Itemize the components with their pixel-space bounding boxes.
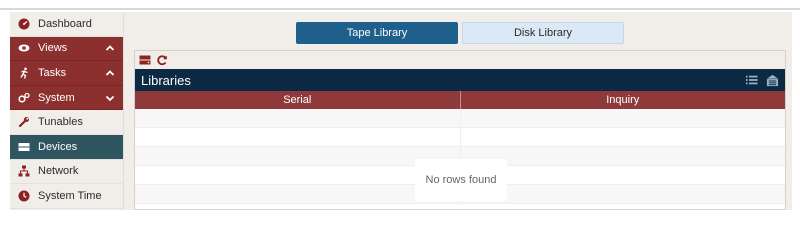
- window-top-border: [0, 8, 800, 10]
- sidebar-item-label: Views: [38, 42, 68, 55]
- add-device-icon[interactable]: [138, 54, 151, 67]
- running-icon: [16, 65, 32, 81]
- table-body: No rows found: [135, 109, 785, 204]
- network-icon: [16, 163, 32, 179]
- sidebar-item-label: Tunables: [38, 116, 83, 129]
- sidebar-item-system[interactable]: System: [10, 85, 123, 111]
- wrench-icon: [16, 114, 32, 130]
- empty-table-message: No rows found: [415, 159, 507, 201]
- panel-header: Libraries: [135, 69, 785, 91]
- sidebar-item-views[interactable]: Views: [10, 36, 123, 62]
- clock-icon: [16, 188, 32, 204]
- libraries-panel: Libraries Serial Inquiry No rows found: [134, 50, 786, 210]
- list-icon[interactable]: [745, 73, 759, 87]
- tab-disk-library[interactable]: Disk Library: [462, 22, 624, 44]
- refresh-icon[interactable]: [155, 54, 168, 67]
- sidebar-item-label: Network: [38, 165, 79, 178]
- column-header-serial[interactable]: Serial: [135, 91, 461, 109]
- tab-tape-library[interactable]: Tape Library: [296, 22, 458, 44]
- dashboard-icon: [16, 16, 32, 32]
- sidebar-item-dashboard[interactable]: Dashboard: [10, 12, 123, 37]
- sidebar-item-tasks[interactable]: Tasks: [10, 61, 123, 86]
- hdd-icon: [16, 139, 32, 155]
- table-header: Serial Inquiry: [135, 91, 785, 109]
- sidebar-item-system-time[interactable]: System Time: [10, 184, 123, 209]
- sidebar-item-tunables[interactable]: Tunables: [10, 110, 123, 135]
- chevron-up-icon: [105, 45, 115, 52]
- table-row: [135, 128, 785, 147]
- panel-title: Libraries: [141, 72, 191, 88]
- column-header-inquiry[interactable]: Inquiry: [461, 91, 786, 109]
- sidebar-item-network[interactable]: Network: [10, 160, 123, 185]
- sidebar-item-devices[interactable]: Devices: [10, 134, 123, 160]
- sidebar-item-label: Devices: [38, 140, 78, 153]
- sidebar-item-label: Tasks: [38, 66, 67, 79]
- library-tabs: Tape Library Disk Library: [296, 22, 624, 44]
- chevron-up-icon: [105, 70, 115, 76]
- main-content: Tape Library Disk Library Libraries Seri…: [124, 12, 792, 210]
- gears-icon: [16, 90, 32, 106]
- chevron-down-icon: [105, 95, 115, 101]
- sidebar-nav: Dashboard Views Tasks System Tunables De…: [10, 12, 124, 210]
- sidebar-item-label: System Time: [38, 189, 102, 202]
- eye-icon: [16, 40, 32, 56]
- table-row: [135, 109, 785, 128]
- sidebar-item-label: Dashboard: [38, 17, 92, 30]
- library-icon[interactable]: [765, 73, 779, 87]
- sidebar-item-label: System: [38, 91, 75, 104]
- panel-toolbar: [135, 51, 785, 69]
